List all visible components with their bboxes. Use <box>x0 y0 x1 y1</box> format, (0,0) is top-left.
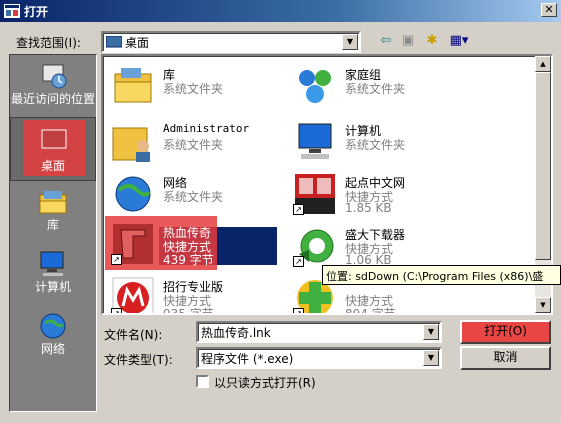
computer-icon <box>298 123 332 159</box>
list-item[interactable]: 库 系统文件夹 <box>107 60 283 112</box>
place-desktop[interactable]: 桌面 <box>10 117 96 181</box>
file-type: 系统文件夹 <box>163 82 224 96</box>
list-item[interactable]: Administrator 系统文件夹 <box>107 116 283 168</box>
scroll-down-icon[interactable]: ▼ <box>535 297 551 313</box>
list-item[interactable]: 网络 系统文件夹 <box>107 168 283 220</box>
computer-icon <box>40 251 64 276</box>
filetype-select[interactable]: 程序文件 (*.exe) ▼ <box>196 347 442 369</box>
place-label: 网络 <box>40 342 65 356</box>
location-tooltip: 位置: sdDown (C:\Program Files (x86)\盛 <box>322 265 561 285</box>
list-item-selected[interactable]: ↗ 热血传奇 快捷方式 439 字节 <box>107 218 283 270</box>
file-size: 935 字节 <box>163 307 214 315</box>
place-label: 计算机 <box>34 280 71 294</box>
readonly-checkbox[interactable] <box>196 375 209 388</box>
chevron-down-icon[interactable]: ▼ <box>423 350 439 366</box>
list-item[interactable]: 计算机 系统文件夹 <box>289 116 465 168</box>
list-item[interactable]: ↗ 招行专业版 快捷方式 935 字节 <box>107 272 283 315</box>
file-size: 439 字节 <box>163 253 214 267</box>
filename-input[interactable]: 热血传奇.lnk ▼ <box>196 321 442 343</box>
readonly-label[interactable]: 以只读方式打开(R) <box>214 374 316 391</box>
new-folder-icon[interactable]: ✱ <box>423 32 441 50</box>
place-label: 库 <box>46 218 59 232</box>
filetype-value: 程序文件 (*.exe) <box>201 352 294 366</box>
list-item[interactable]: 家庭组 系统文件夹 <box>289 60 465 112</box>
shortcut-arrow-icon: ↗ <box>111 308 122 313</box>
window-title: 打开 <box>24 5 49 19</box>
place-computer[interactable]: 计算机 <box>10 245 96 309</box>
library-icon <box>39 191 67 214</box>
place-label: 桌面 <box>40 159 65 173</box>
place-label: 最近访问的位置 <box>10 92 95 106</box>
app-window-icon <box>4 4 20 18</box>
shortcut-arrow-icon: ↗ <box>111 254 122 265</box>
look-in-value: 桌面 <box>125 36 150 50</box>
up-folder-icon[interactable]: ▣ <box>399 32 417 50</box>
look-in-combo[interactable]: 桌面 ▼ <box>101 31 361 53</box>
file-type: 系统文件夹 <box>163 190 224 204</box>
place-network[interactable]: 网络 <box>10 307 96 371</box>
filename-label: 文件名(N): <box>104 328 163 342</box>
scroll-up-icon[interactable]: ▲ <box>535 56 551 72</box>
close-button[interactable]: ✕ <box>541 3 557 17</box>
cancel-button[interactable]: 取消 <box>460 346 551 370</box>
place-recent[interactable]: 最近访问的位置 <box>10 57 96 121</box>
file-size: 1.85 KB <box>345 201 392 215</box>
place-library[interactable]: 库 <box>10 183 96 247</box>
filename-value: 热血传奇.lnk <box>201 326 271 340</box>
shortcut-arrow-icon: ↗ <box>293 204 304 215</box>
file-type: 系统文件夹 <box>163 138 224 152</box>
desktop-icon <box>41 129 67 149</box>
homegroup-icon <box>299 70 331 103</box>
user-folder-icon <box>112 127 150 162</box>
chevron-down-icon[interactable]: ▼ <box>423 324 439 340</box>
title-bar: 打开 ✕ <box>0 0 561 22</box>
desktop-small-icon <box>106 36 122 48</box>
list-item[interactable]: ↗ 起点中文网 快捷方式 1.85 KB <box>289 168 465 220</box>
look-in-label: 查找范围(I): <box>16 36 81 50</box>
file-type: 系统文件夹 <box>345 82 406 96</box>
filetype-label: 文件类型(T): <box>104 353 173 367</box>
view-menu-icon[interactable]: ▦▾ <box>446 32 472 50</box>
library-folder-icon <box>114 68 152 103</box>
network-icon <box>115 176 151 212</box>
network-icon <box>40 313 66 339</box>
recent-icon <box>42 64 67 89</box>
chevron-down-icon[interactable]: ▼ <box>342 34 358 50</box>
shortcut-arrow-icon: ↗ <box>293 308 304 313</box>
file-size: 894 字节 <box>345 307 396 315</box>
file-name: Administrator <box>163 122 250 135</box>
open-button[interactable]: 打开(O) <box>460 320 551 344</box>
shortcut-arrow-icon: ↗ <box>293 256 304 267</box>
places-bar: 最近访问的位置 桌面 库 计算机 网络 <box>9 54 97 412</box>
file-type: 系统文件夹 <box>345 138 406 152</box>
scroll-thumb[interactable] <box>535 72 551 260</box>
back-icon[interactable]: ⇦ <box>377 32 395 50</box>
